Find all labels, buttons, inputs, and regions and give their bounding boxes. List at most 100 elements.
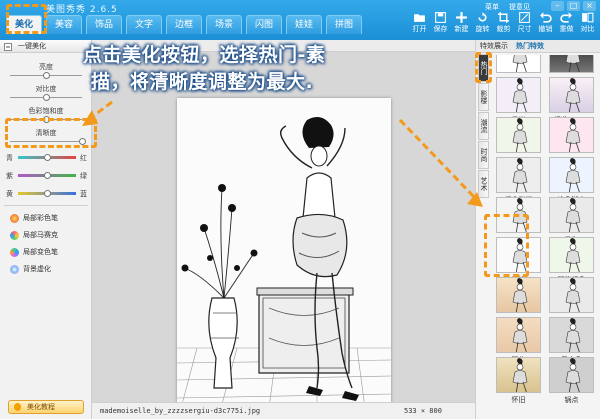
green-label: 绿 (80, 172, 87, 180)
brightness-label: 亮度 (39, 63, 53, 71)
filename: mademoiselle_by_zzzzsergiu-d3c775i.jpg (100, 407, 261, 415)
effect-thumbnail (496, 357, 541, 393)
tab-frame[interactable]: 边框 (166, 15, 202, 34)
beautify-tutorial-button[interactable]: 美化教程 (8, 400, 84, 414)
brightness-slider[interactable] (10, 72, 82, 79)
tab-beauty[interactable]: 美容 (46, 15, 82, 34)
blur-icon (10, 264, 19, 274)
tab-doll[interactable]: 娃娃 (286, 15, 322, 34)
tab-flash[interactable]: 闪图 (246, 15, 282, 34)
purple-label: 紫 (6, 172, 13, 180)
local-mosaic[interactable]: 局部马赛克 (10, 229, 58, 241)
slider-knob[interactable] (44, 154, 51, 161)
highlight-sketch-effect (484, 214, 529, 277)
yellow-blue-slider[interactable] (18, 190, 76, 197)
highlight-hot-tab (475, 52, 492, 83)
effect-label: 怀旧 (511, 396, 526, 404)
instruction-text: 点击美化按钮，选择热门-素 描，将清晰度调整为最大. (83, 42, 473, 96)
crop-button[interactable]: 裁剪 (495, 11, 512, 34)
highlight-beautify-tab (6, 4, 47, 34)
size-button[interactable]: 尺寸 (516, 11, 533, 34)
effect-thumbnail (496, 55, 541, 73)
rotate-button[interactable]: 旋转 (474, 11, 491, 34)
effect-thumbnail (496, 117, 541, 153)
collapse-icon (4, 43, 12, 51)
saturation-label: 色彩饱和度 (28, 107, 64, 115)
highlight-sharpness (5, 118, 97, 148)
redo-button[interactable]: 重做 (558, 11, 575, 34)
maximize-icon[interactable]: □ (567, 1, 580, 11)
effect-thumbnail (496, 77, 541, 113)
effect-thumbnail (496, 277, 541, 313)
adjustment-panel: 一键美化 亮度 对比度 色彩饱和度 清晰度 青 红 紫 绿 黄 蓝 局部彩色笔 … (0, 40, 92, 419)
effect-thumbnail (549, 197, 594, 233)
new-button[interactable]: 新建 (453, 11, 470, 34)
crop-icon (498, 12, 509, 23)
tab-accessories[interactable]: 饰品 (86, 15, 122, 34)
resize-icon (519, 12, 530, 23)
effect-thumbnail (549, 77, 594, 113)
cyan-red-slider[interactable] (18, 154, 76, 161)
effect-thumbnail (496, 317, 541, 353)
tab-scene[interactable]: 场景 (206, 15, 242, 34)
effect-thumbnail (496, 157, 541, 193)
category-studio[interactable]: 影楼 (478, 83, 489, 111)
local-recolor-pen[interactable]: 局部变色笔 (10, 246, 58, 258)
effect-thumbnail (549, 237, 594, 273)
folder-icon (414, 14, 425, 22)
main-tabs: 美化 美容 饰品 文字 边框 场景 闪图 娃娃 拼图 (6, 15, 362, 34)
tab-collage[interactable]: 拼图 (326, 15, 362, 34)
bulb-icon (14, 403, 21, 411)
slider-knob[interactable] (43, 94, 50, 101)
plus-icon (456, 12, 467, 23)
yellow-label: 黄 (6, 190, 13, 198)
mosaic-icon (10, 230, 19, 240)
effect-item[interactable]: 怀旧 (493, 355, 544, 406)
local-color-pen[interactable]: 局部彩色笔 (10, 212, 58, 224)
slider-knob[interactable] (43, 72, 50, 79)
image-dimensions: 533 × 800 (404, 407, 442, 415)
local-tools: 局部彩色笔 局部马赛克 局部变色笔 背景虚化 (10, 212, 58, 280)
effects-tabs: 特效展示 热门特效 (476, 40, 600, 53)
open-button[interactable]: 打开 (411, 11, 428, 34)
background-blur[interactable]: 背景虚化 (10, 263, 58, 275)
cyan-label: 青 (6, 154, 13, 162)
close-icon[interactable]: × (583, 1, 596, 11)
instruction-line-2: 描，将清晰度调整为最大. (91, 71, 314, 93)
toolbar-buttons: 打开 保存 新建 旋转 裁剪 尺寸 撤销 重做 对比 (411, 11, 596, 34)
slider-knob[interactable] (44, 172, 51, 179)
one-click-beautify[interactable]: 一键美化 (0, 40, 91, 53)
category-art[interactable]: 艺术 (478, 170, 489, 198)
minimize-icon[interactable]: – (551, 1, 564, 11)
canvas-area (92, 40, 475, 419)
slider-knob[interactable] (44, 190, 51, 197)
effect-thumbnail (549, 55, 594, 73)
category-trend[interactable]: 潮流 (478, 112, 489, 140)
effect-thumbnail (549, 317, 594, 353)
compare-icon (582, 12, 594, 23)
app-title: 美图秀秀 2.6.5 (46, 5, 118, 15)
compare-button[interactable]: 对比 (579, 11, 596, 34)
effect-thumbnail (549, 357, 594, 393)
contrast-slider[interactable] (10, 94, 82, 101)
save-button[interactable]: 保存 (432, 11, 449, 34)
divider (4, 205, 88, 206)
effect-thumbnail (549, 117, 594, 153)
tab-effect-display[interactable]: 特效展示 (476, 40, 512, 52)
instruction-line-1: 点击美化按钮，选择热门-素 (83, 44, 326, 66)
rotate-icon (478, 12, 487, 22)
undo-icon (540, 12, 552, 23)
color-pen-icon (10, 213, 19, 223)
recolor-pen-icon (10, 247, 19, 257)
redo-icon (560, 12, 572, 23)
purple-green-slider[interactable] (18, 172, 76, 179)
undo-button[interactable]: 撤销 (537, 11, 554, 34)
tab-hot-effects[interactable]: 热门特效 (512, 40, 548, 52)
effect-thumbnail (549, 157, 594, 193)
effect-item[interactable]: 锅点 (546, 355, 597, 406)
window-controls: – □ × (551, 1, 596, 11)
category-fashion[interactable]: 时尚 (478, 141, 489, 169)
sketch-illustration (177, 116, 391, 419)
top-toolbar: 美图秀秀 2.6.5 菜单 提意见 – □ × 美化 美容 饰品 文字 边框 场… (0, 0, 600, 40)
tab-text[interactable]: 文字 (126, 15, 162, 34)
